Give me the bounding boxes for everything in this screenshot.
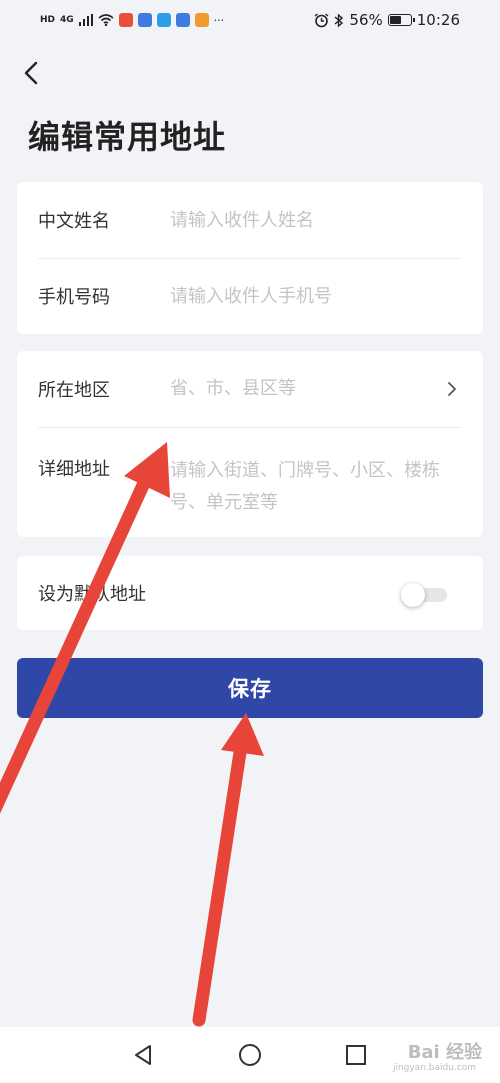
detail-input[interactable]: 请输入街道、门牌号、小区、楼栋号、单元室等 xyxy=(170,455,462,519)
detail-label: 详细地址 xyxy=(38,459,110,480)
status-left: HD 4G ··· xyxy=(40,13,224,27)
app-notification-icon xyxy=(175,13,190,27)
app-notification-icon xyxy=(194,13,209,27)
bluetooth-icon xyxy=(334,12,344,28)
phone-label: 手机号码 xyxy=(38,287,110,308)
name-label: 中文姓名 xyxy=(38,211,110,232)
nav-back-icon[interactable] xyxy=(129,1041,157,1069)
phone-input[interactable] xyxy=(170,285,462,307)
phone-row: 手机号码 xyxy=(17,258,483,334)
name-input[interactable] xyxy=(170,209,462,231)
default-card: 设为默认地址 xyxy=(17,556,483,630)
clock: 10:26 xyxy=(416,11,460,29)
region-row[interactable]: 所在地区 省、市、县区等 xyxy=(17,351,483,427)
status-right: 56% 10:26 xyxy=(314,11,460,29)
back-button[interactable] xyxy=(14,56,48,90)
watermark: Bai 经验 xyxy=(407,1042,482,1063)
detail-row: 详细地址 请输入街道、门牌号、小区、楼栋号、单元室等 xyxy=(17,427,483,537)
network-indicator: 4G xyxy=(60,15,74,25)
status-bar: HD 4G ··· 56% 10:26 xyxy=(0,0,500,40)
battery-percent: 56% xyxy=(349,11,383,29)
save-button[interactable]: 保存 xyxy=(17,658,483,718)
name-row: 中文姓名 xyxy=(17,182,483,258)
default-address-toggle[interactable] xyxy=(401,583,447,607)
nav-home-icon[interactable] xyxy=(236,1041,264,1069)
alarm-icon xyxy=(314,12,329,27)
contact-card: 中文姓名 手机号码 xyxy=(17,182,483,334)
battery-icon xyxy=(387,14,415,26)
app-notification-icon xyxy=(118,13,133,27)
annotation-arrow xyxy=(192,713,264,1027)
chevron-right-icon xyxy=(442,379,462,399)
page-title: 编辑常用地址 xyxy=(28,118,227,156)
chevron-left-icon xyxy=(24,61,38,85)
more-notifications-indicator: ··· xyxy=(213,13,225,27)
app-notification-icon xyxy=(137,13,152,27)
watermark-url: jingyan.baidu.com xyxy=(392,1063,476,1073)
app-notification-icon xyxy=(156,13,171,27)
nav-recents-icon[interactable] xyxy=(342,1041,370,1069)
annotation-arrows xyxy=(0,442,264,1027)
signal-icon xyxy=(78,14,93,26)
region-label: 所在地区 xyxy=(38,380,110,401)
wifi-icon xyxy=(98,14,114,26)
region-placeholder: 省、市、县区等 xyxy=(170,378,296,399)
default-label: 设为默认地址 xyxy=(38,584,146,605)
address-card: 所在地区 省、市、县区等 详细地址 请输入街道、门牌号、小区、楼栋号、单元室等 xyxy=(17,351,483,537)
hd-indicator: HD xyxy=(40,15,56,25)
